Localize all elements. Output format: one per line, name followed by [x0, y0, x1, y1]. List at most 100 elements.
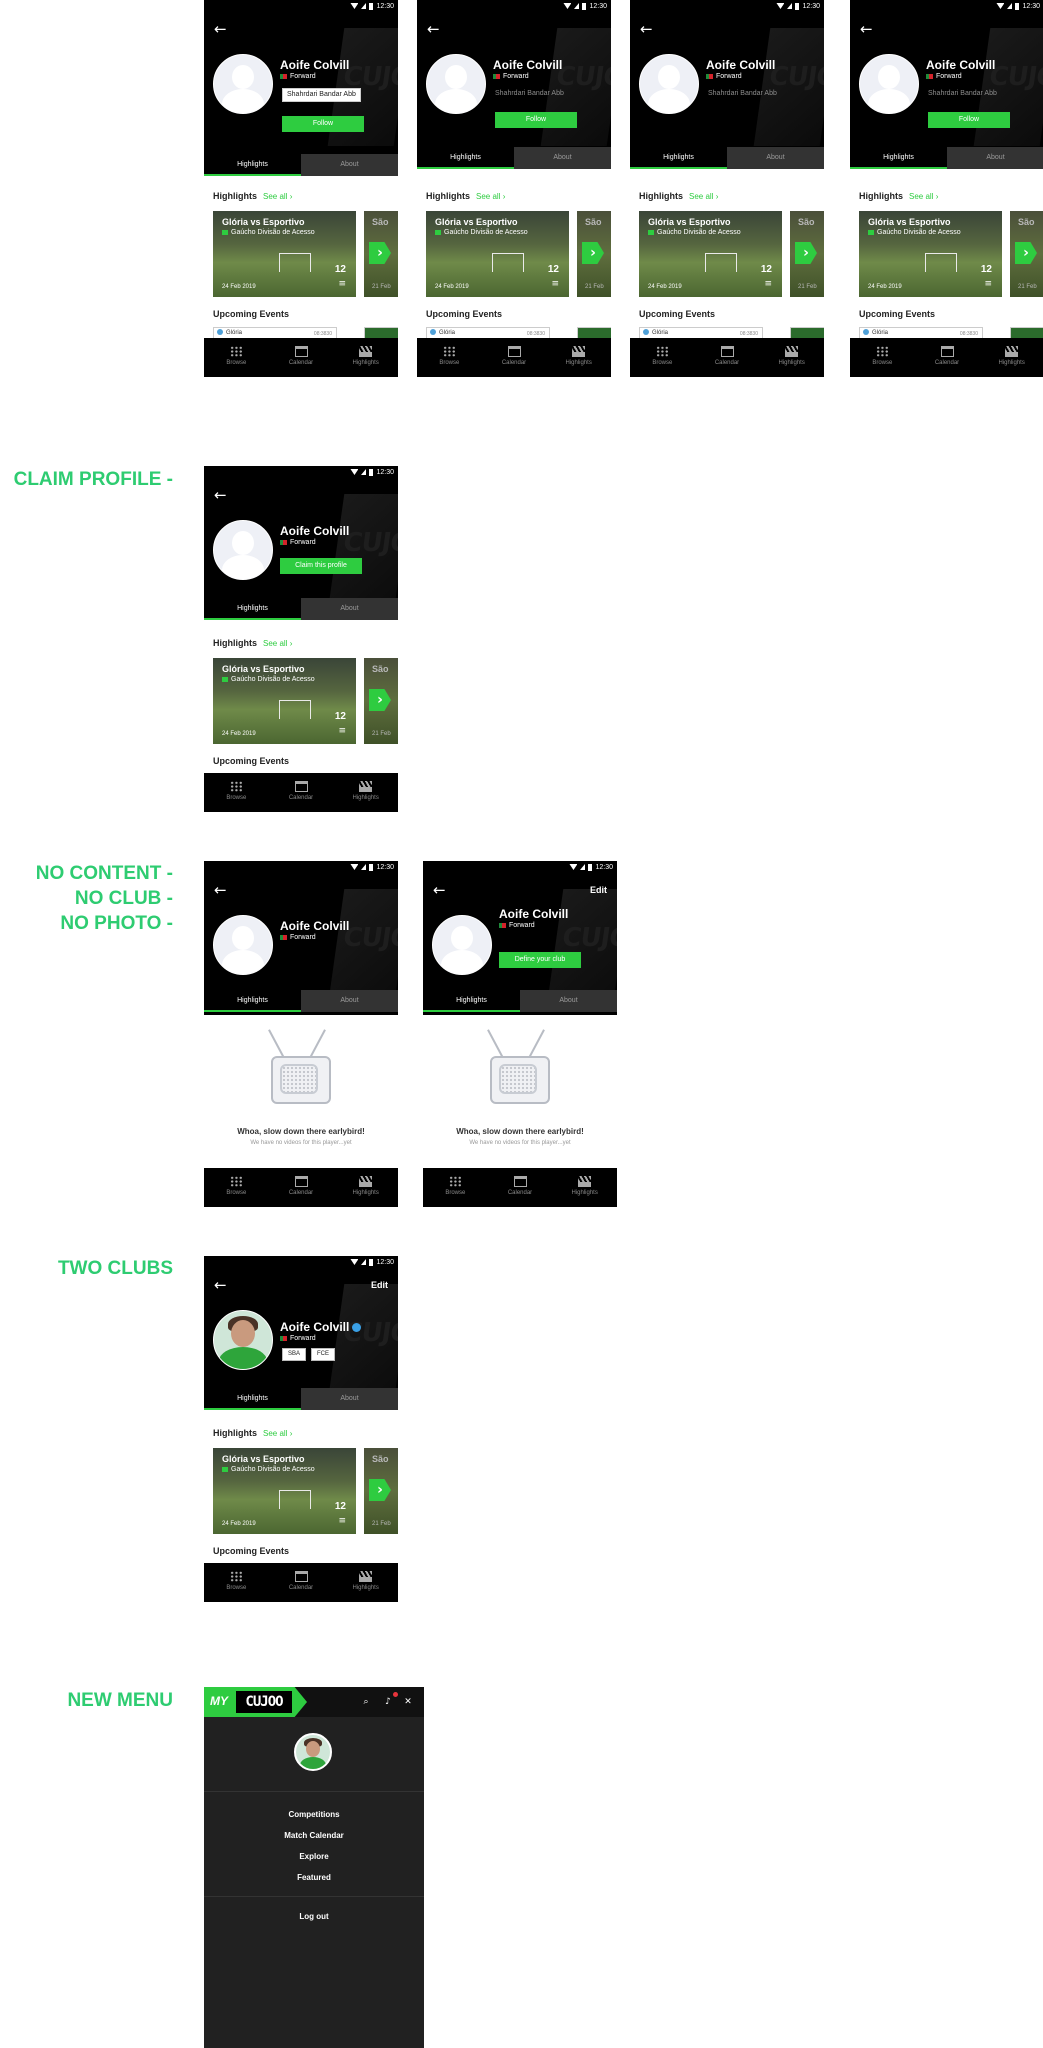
nav-browse[interactable]: Browse: [204, 338, 269, 377]
tab-highlights[interactable]: Highlights: [204, 154, 301, 176]
nav-browse[interactable]: Browse: [204, 1168, 269, 1207]
nav-browse[interactable]: Browse: [630, 338, 695, 377]
tab-about[interactable]: About: [301, 154, 398, 176]
nav-calendar[interactable]: Calendar: [695, 338, 760, 377]
tab-about[interactable]: About: [727, 147, 824, 169]
tab-highlights[interactable]: Highlights: [850, 147, 947, 169]
back-arrow-icon[interactable]: ←: [214, 883, 228, 898]
tab-about[interactable]: About: [301, 598, 398, 620]
profile-header: CUJOO 12:30 ← Aoife Colvill Forward Shah…: [630, 0, 824, 147]
card-count: 12: [547, 264, 559, 275]
tab-about[interactable]: About: [301, 1388, 398, 1410]
nav-browse[interactable]: Browse: [204, 773, 269, 812]
card-date: 21 Feb: [798, 284, 817, 290]
club-chip[interactable]: FCE: [311, 1348, 336, 1361]
follow-button[interactable]: Follow: [495, 112, 577, 128]
follow-button[interactable]: Follow: [928, 112, 1010, 128]
back-arrow-icon[interactable]: ←: [214, 488, 228, 503]
highlight-card[interactable]: Glória vs Esportivo Gaúcho Divisão de Ac…: [213, 211, 356, 297]
back-arrow-icon[interactable]: ←: [433, 883, 447, 898]
nav-browse[interactable]: Browse: [850, 338, 915, 377]
menu-item-match-calendar[interactable]: Match Calendar: [204, 1831, 424, 1840]
nav-highlights[interactable]: Highlights: [552, 1168, 617, 1207]
menu-topbar: MY CUJOO ⌕ ♪ ✕: [204, 1687, 424, 1717]
tab-about[interactable]: About: [520, 990, 617, 1012]
tab-about[interactable]: About: [947, 147, 1043, 169]
mycujoo-logo[interactable]: MY CUJOO: [204, 1687, 307, 1717]
bell-icon[interactable]: ♪: [378, 1695, 398, 1709]
follow-button[interactable]: Follow: [282, 116, 364, 132]
nav-highlights[interactable]: Highlights: [759, 338, 824, 377]
highlight-card[interactable]: Glória vs Esportivo Gaúcho Divisão de Ac…: [426, 211, 569, 297]
tab-about[interactable]: About: [301, 990, 398, 1012]
highlight-card[interactable]: Glória vs Esportivo Gaúcho Divisão de Ac…: [639, 211, 782, 297]
define-club-button[interactable]: Define your club: [499, 952, 581, 968]
search-icon[interactable]: ⌕: [356, 1695, 376, 1709]
edit-button[interactable]: Edit: [371, 1280, 388, 1290]
tab-about[interactable]: About: [514, 147, 611, 169]
see-all-link[interactable]: See all ›: [909, 192, 938, 201]
tab-highlights[interactable]: Highlights: [630, 147, 727, 169]
see-all-link[interactable]: See all ›: [263, 639, 292, 648]
card-count: 12: [334, 264, 346, 275]
cujoo-watermark: CUJOO: [540, 28, 611, 146]
card-count: 12: [980, 264, 992, 275]
nav-calendar[interactable]: Calendar: [269, 338, 334, 377]
nav-highlights[interactable]: Highlights: [333, 338, 398, 377]
see-all-link[interactable]: See all ›: [263, 192, 292, 201]
label-claim-profile: CLAIM PROFILE -: [13, 469, 173, 490]
nav-calendar[interactable]: Calendar: [269, 1168, 334, 1207]
back-arrow-icon[interactable]: ←: [860, 22, 874, 37]
nav-calendar[interactable]: Calendar: [269, 1563, 334, 1602]
upcoming-heading: Upcoming Events: [213, 309, 290, 319]
tab-highlights[interactable]: Highlights: [423, 990, 520, 1012]
nav-calendar[interactable]: Calendar: [488, 1168, 553, 1207]
nav-calendar[interactable]: Calendar: [269, 773, 334, 812]
tab-highlights[interactable]: Highlights: [204, 598, 301, 620]
back-arrow-icon[interactable]: ←: [214, 1278, 228, 1293]
nav-highlights[interactable]: Highlights: [333, 773, 398, 812]
see-all-link[interactable]: See all ›: [476, 192, 505, 201]
highlight-card[interactable]: Glória vs Esportivo Gaúcho Divisão de Ac…: [213, 658, 356, 744]
clapper-icon: [785, 346, 799, 357]
calendar-icon: [294, 1176, 308, 1187]
highlight-card[interactable]: Glória vs Esportivo Gaúcho Divisão de Ac…: [213, 1448, 356, 1534]
menu-item-competitions[interactable]: Competitions: [204, 1810, 424, 1819]
nav-highlights[interactable]: Highlights: [333, 1168, 398, 1207]
back-arrow-icon[interactable]: ←: [427, 22, 441, 37]
close-icon[interactable]: ✕: [398, 1695, 418, 1709]
menu-item-logout[interactable]: Log out: [204, 1912, 424, 1921]
tab-highlights[interactable]: Highlights: [204, 1388, 301, 1410]
card-date: 21 Feb: [1018, 284, 1037, 290]
club-field[interactable]: Shahrdari Bandar Abb: [282, 88, 361, 102]
tab-highlights[interactable]: Highlights: [204, 990, 301, 1012]
nav-highlights[interactable]: Highlights: [546, 338, 611, 377]
tab-highlights[interactable]: Highlights: [417, 147, 514, 169]
clapper-icon: [578, 1176, 592, 1187]
nav-browse[interactable]: Browse: [204, 1563, 269, 1602]
nav-calendar[interactable]: Calendar: [482, 338, 547, 377]
player-name: Aoife Colvill: [926, 58, 996, 72]
see-all-link[interactable]: See all ›: [689, 192, 718, 201]
see-all-link[interactable]: See all ›: [263, 1429, 292, 1438]
card-date: 24 Feb 2019: [222, 284, 256, 290]
menu-item-featured[interactable]: Featured: [204, 1873, 424, 1882]
nav-highlights[interactable]: Highlights: [979, 338, 1043, 377]
nav-browse[interactable]: Browse: [423, 1168, 488, 1207]
highlight-card[interactable]: Glória vs Esportivo Gaúcho Divisão de Ac…: [859, 211, 1002, 297]
back-arrow-icon[interactable]: ←: [640, 22, 654, 37]
nav-browse[interactable]: Browse: [417, 338, 482, 377]
player-name: Aoife Colvill: [280, 919, 350, 933]
claim-profile-button[interactable]: Claim this profile: [280, 558, 362, 574]
player-name: Aoife Colvill: [280, 524, 350, 538]
calendar-icon: [294, 346, 308, 357]
card-date: 21 Feb: [372, 284, 391, 290]
nav-calendar[interactable]: Calendar: [915, 338, 980, 377]
edit-button[interactable]: Edit: [590, 885, 607, 895]
nav-highlights[interactable]: Highlights: [333, 1563, 398, 1602]
avatar[interactable]: [294, 1733, 332, 1771]
club-chip[interactable]: SBA: [282, 1348, 307, 1361]
profile-tabs: Highlights About: [204, 1388, 398, 1410]
back-arrow-icon[interactable]: ←: [214, 22, 228, 37]
menu-item-explore[interactable]: Explore: [204, 1852, 424, 1861]
